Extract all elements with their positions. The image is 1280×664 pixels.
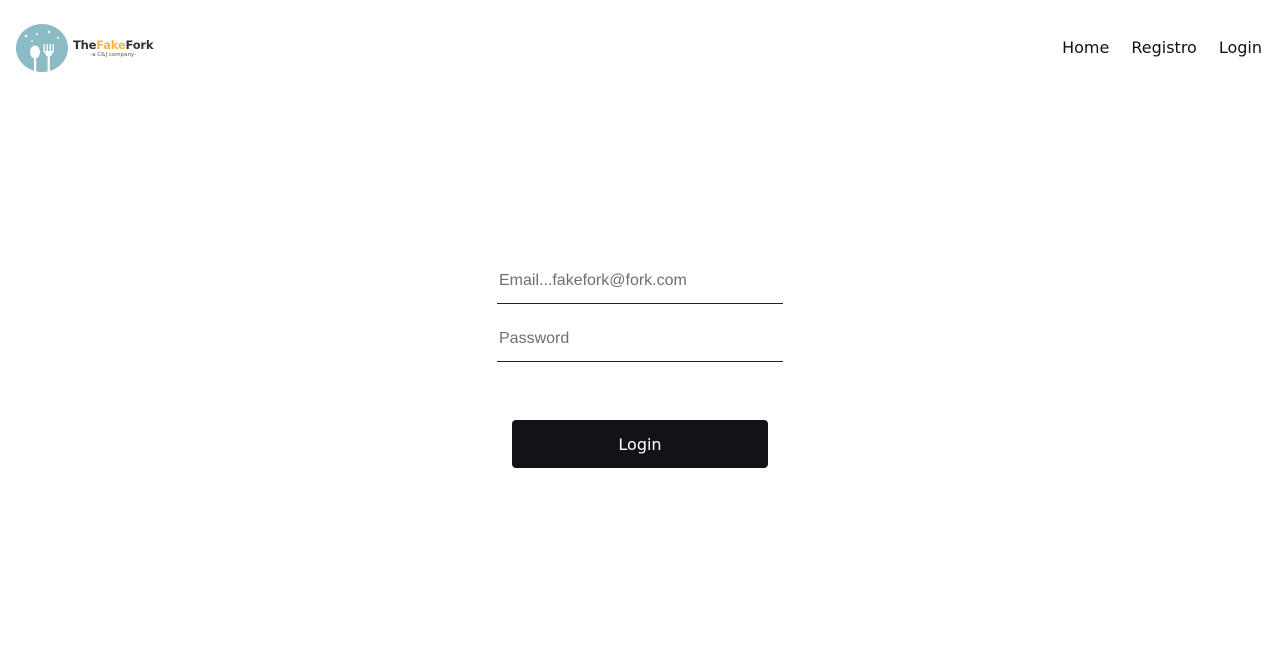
- brand-logo[interactable]: TheFakeFork -a C&J company-: [16, 24, 154, 72]
- login-button[interactable]: Login: [512, 420, 768, 468]
- nav-link-login[interactable]: Login: [1219, 38, 1262, 58]
- nav-link-home[interactable]: Home: [1062, 38, 1109, 58]
- password-field[interactable]: [497, 316, 783, 362]
- brand-tagline: -a C&J company-: [90, 51, 137, 58]
- main-nav: Home Registro Login: [1062, 38, 1262, 58]
- brand-name-fake: Fake: [96, 37, 126, 52]
- login-form: [497, 258, 783, 362]
- email-field[interactable]: [497, 258, 783, 304]
- site-header: TheFakeFork -a C&J company- Home Registr…: [0, 0, 1280, 96]
- nav-link-registro[interactable]: Registro: [1131, 38, 1196, 58]
- brand-name: TheFakeFork: [73, 37, 154, 52]
- brand-name-fork: Fork: [125, 37, 154, 52]
- brand-name-the: The: [73, 37, 97, 52]
- brand-wordmark: TheFakeFork -a C&J company-: [73, 37, 154, 59]
- spoon-fork-icon: [16, 24, 68, 72]
